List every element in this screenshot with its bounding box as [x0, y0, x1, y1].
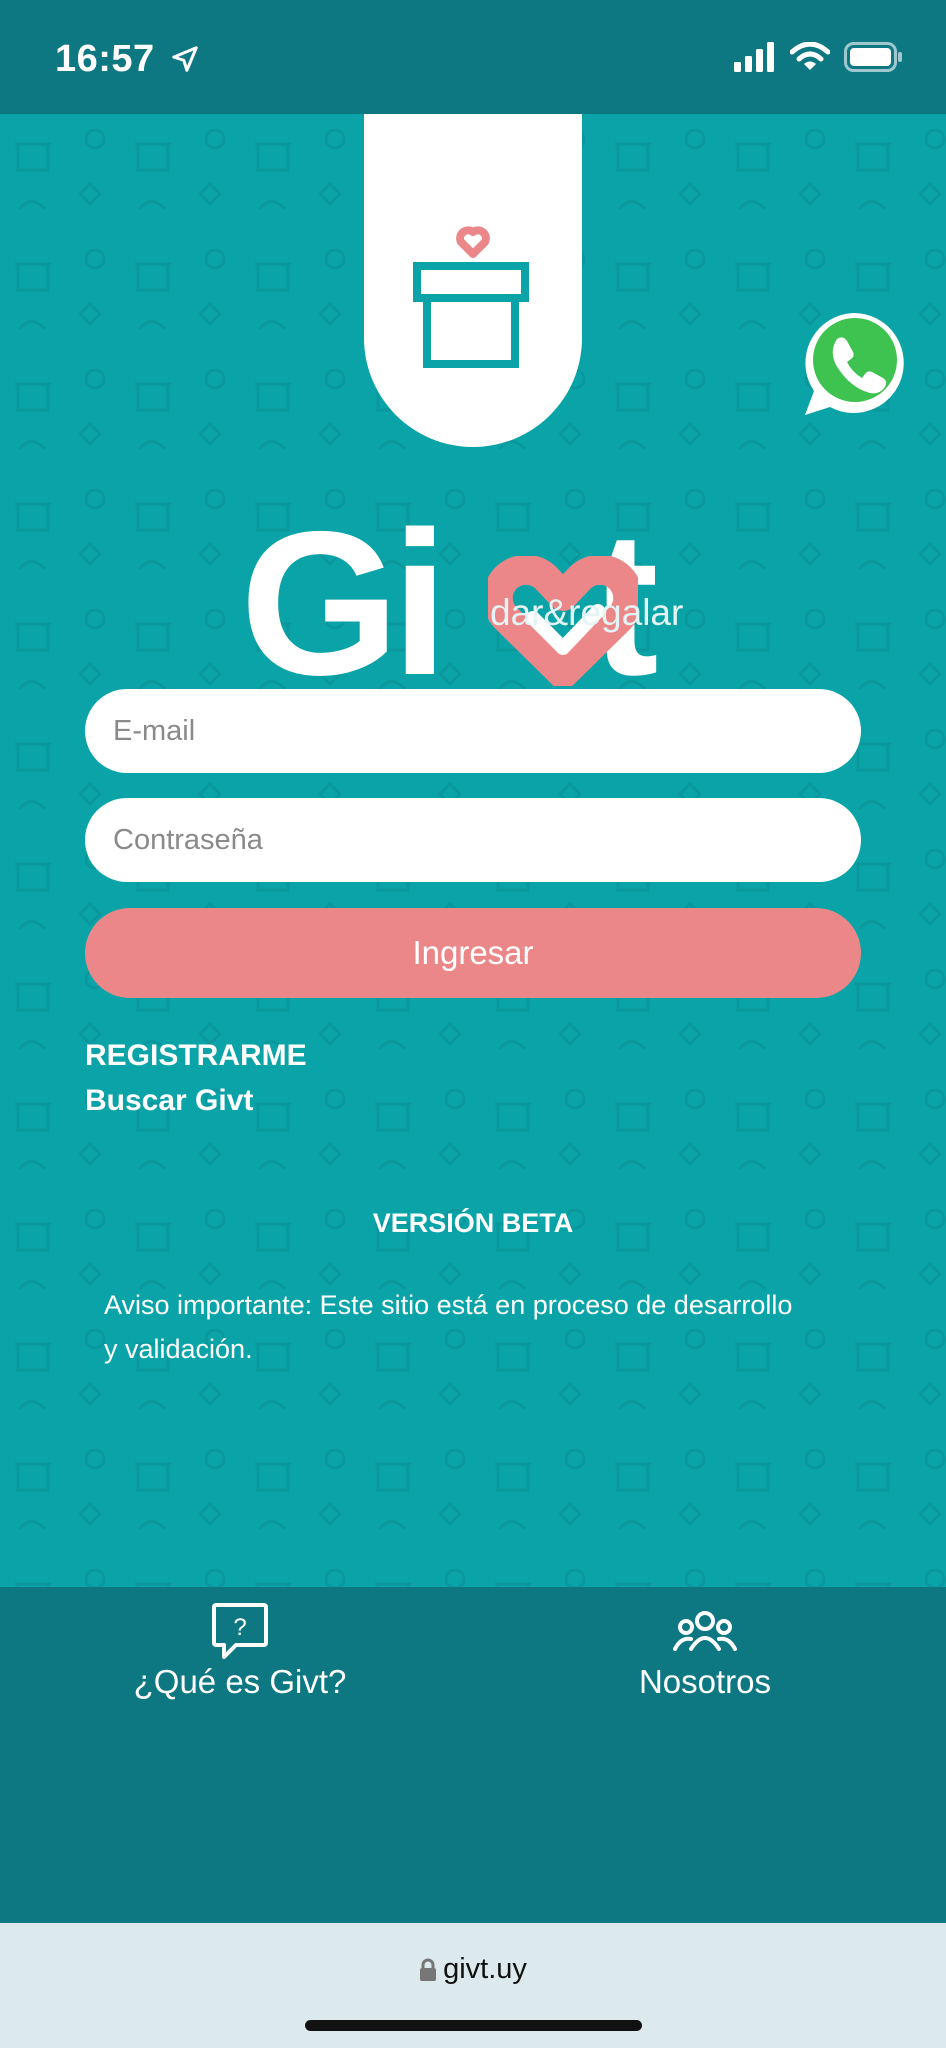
url-text: givt.uy: [443, 1953, 527, 1985]
nav-about-label: Nosotros: [638, 1663, 772, 1700]
home-indicator[interactable]: [305, 2020, 642, 2031]
beta-title: VERSIÓN BETA: [372, 1208, 574, 1238]
browser-url-bar[interactable]: givt.uy: [0, 1923, 946, 2048]
nav-what-is-givt[interactable]: ? ¿Qué es Givt?: [112, 1601, 368, 1701]
login-button[interactable]: Ingresar: [85, 908, 861, 998]
wifi-icon: [790, 42, 830, 70]
nav-about-us[interactable]: Nosotros: [580, 1601, 830, 1701]
password-input[interactable]: [85, 798, 861, 882]
question-bubble-icon: ?: [212, 1603, 268, 1659]
login-screen: Git dar&regalar Ingresar REGISTRARME Bus…: [0, 114, 946, 1587]
beta-notice: Aviso importante: Este sitio está en pro…: [104, 1290, 793, 1364]
group-icon: [673, 1611, 737, 1651]
cellular-signal-icon: [734, 42, 774, 72]
register-link[interactable]: REGISTRARME: [85, 1039, 307, 1073]
password-field[interactable]: [85, 798, 861, 882]
bottom-nav: ? ¿Qué es Givt? Nosotros: [0, 1587, 946, 1923]
email-field[interactable]: [85, 689, 861, 773]
battery-icon: [844, 42, 902, 72]
status-time: 16:57: [55, 38, 200, 81]
clock: 16:57: [55, 38, 155, 80]
gift-box-icon: [413, 226, 529, 368]
nav-what-label: ¿Qué es Givt?: [133, 1663, 347, 1700]
gift-tag-emblem: [364, 114, 582, 447]
location-arrow-icon: [172, 46, 198, 72]
status-icons: [734, 42, 904, 72]
logo-part1: Gi: [240, 489, 448, 718]
whatsapp-button[interactable]: [797, 307, 911, 421]
lock-icon: [420, 1958, 437, 1981]
email-input[interactable]: [85, 689, 861, 773]
logo-tagline: dar&regalar: [490, 592, 684, 633]
url-display[interactable]: givt.uy: [0, 1953, 946, 1986]
svg-text:?: ?: [233, 1614, 246, 1641]
search-givt-link[interactable]: Buscar Givt: [85, 1084, 253, 1118]
status-bar: 16:57: [0, 0, 946, 114]
whatsapp-icon: [805, 313, 904, 415]
